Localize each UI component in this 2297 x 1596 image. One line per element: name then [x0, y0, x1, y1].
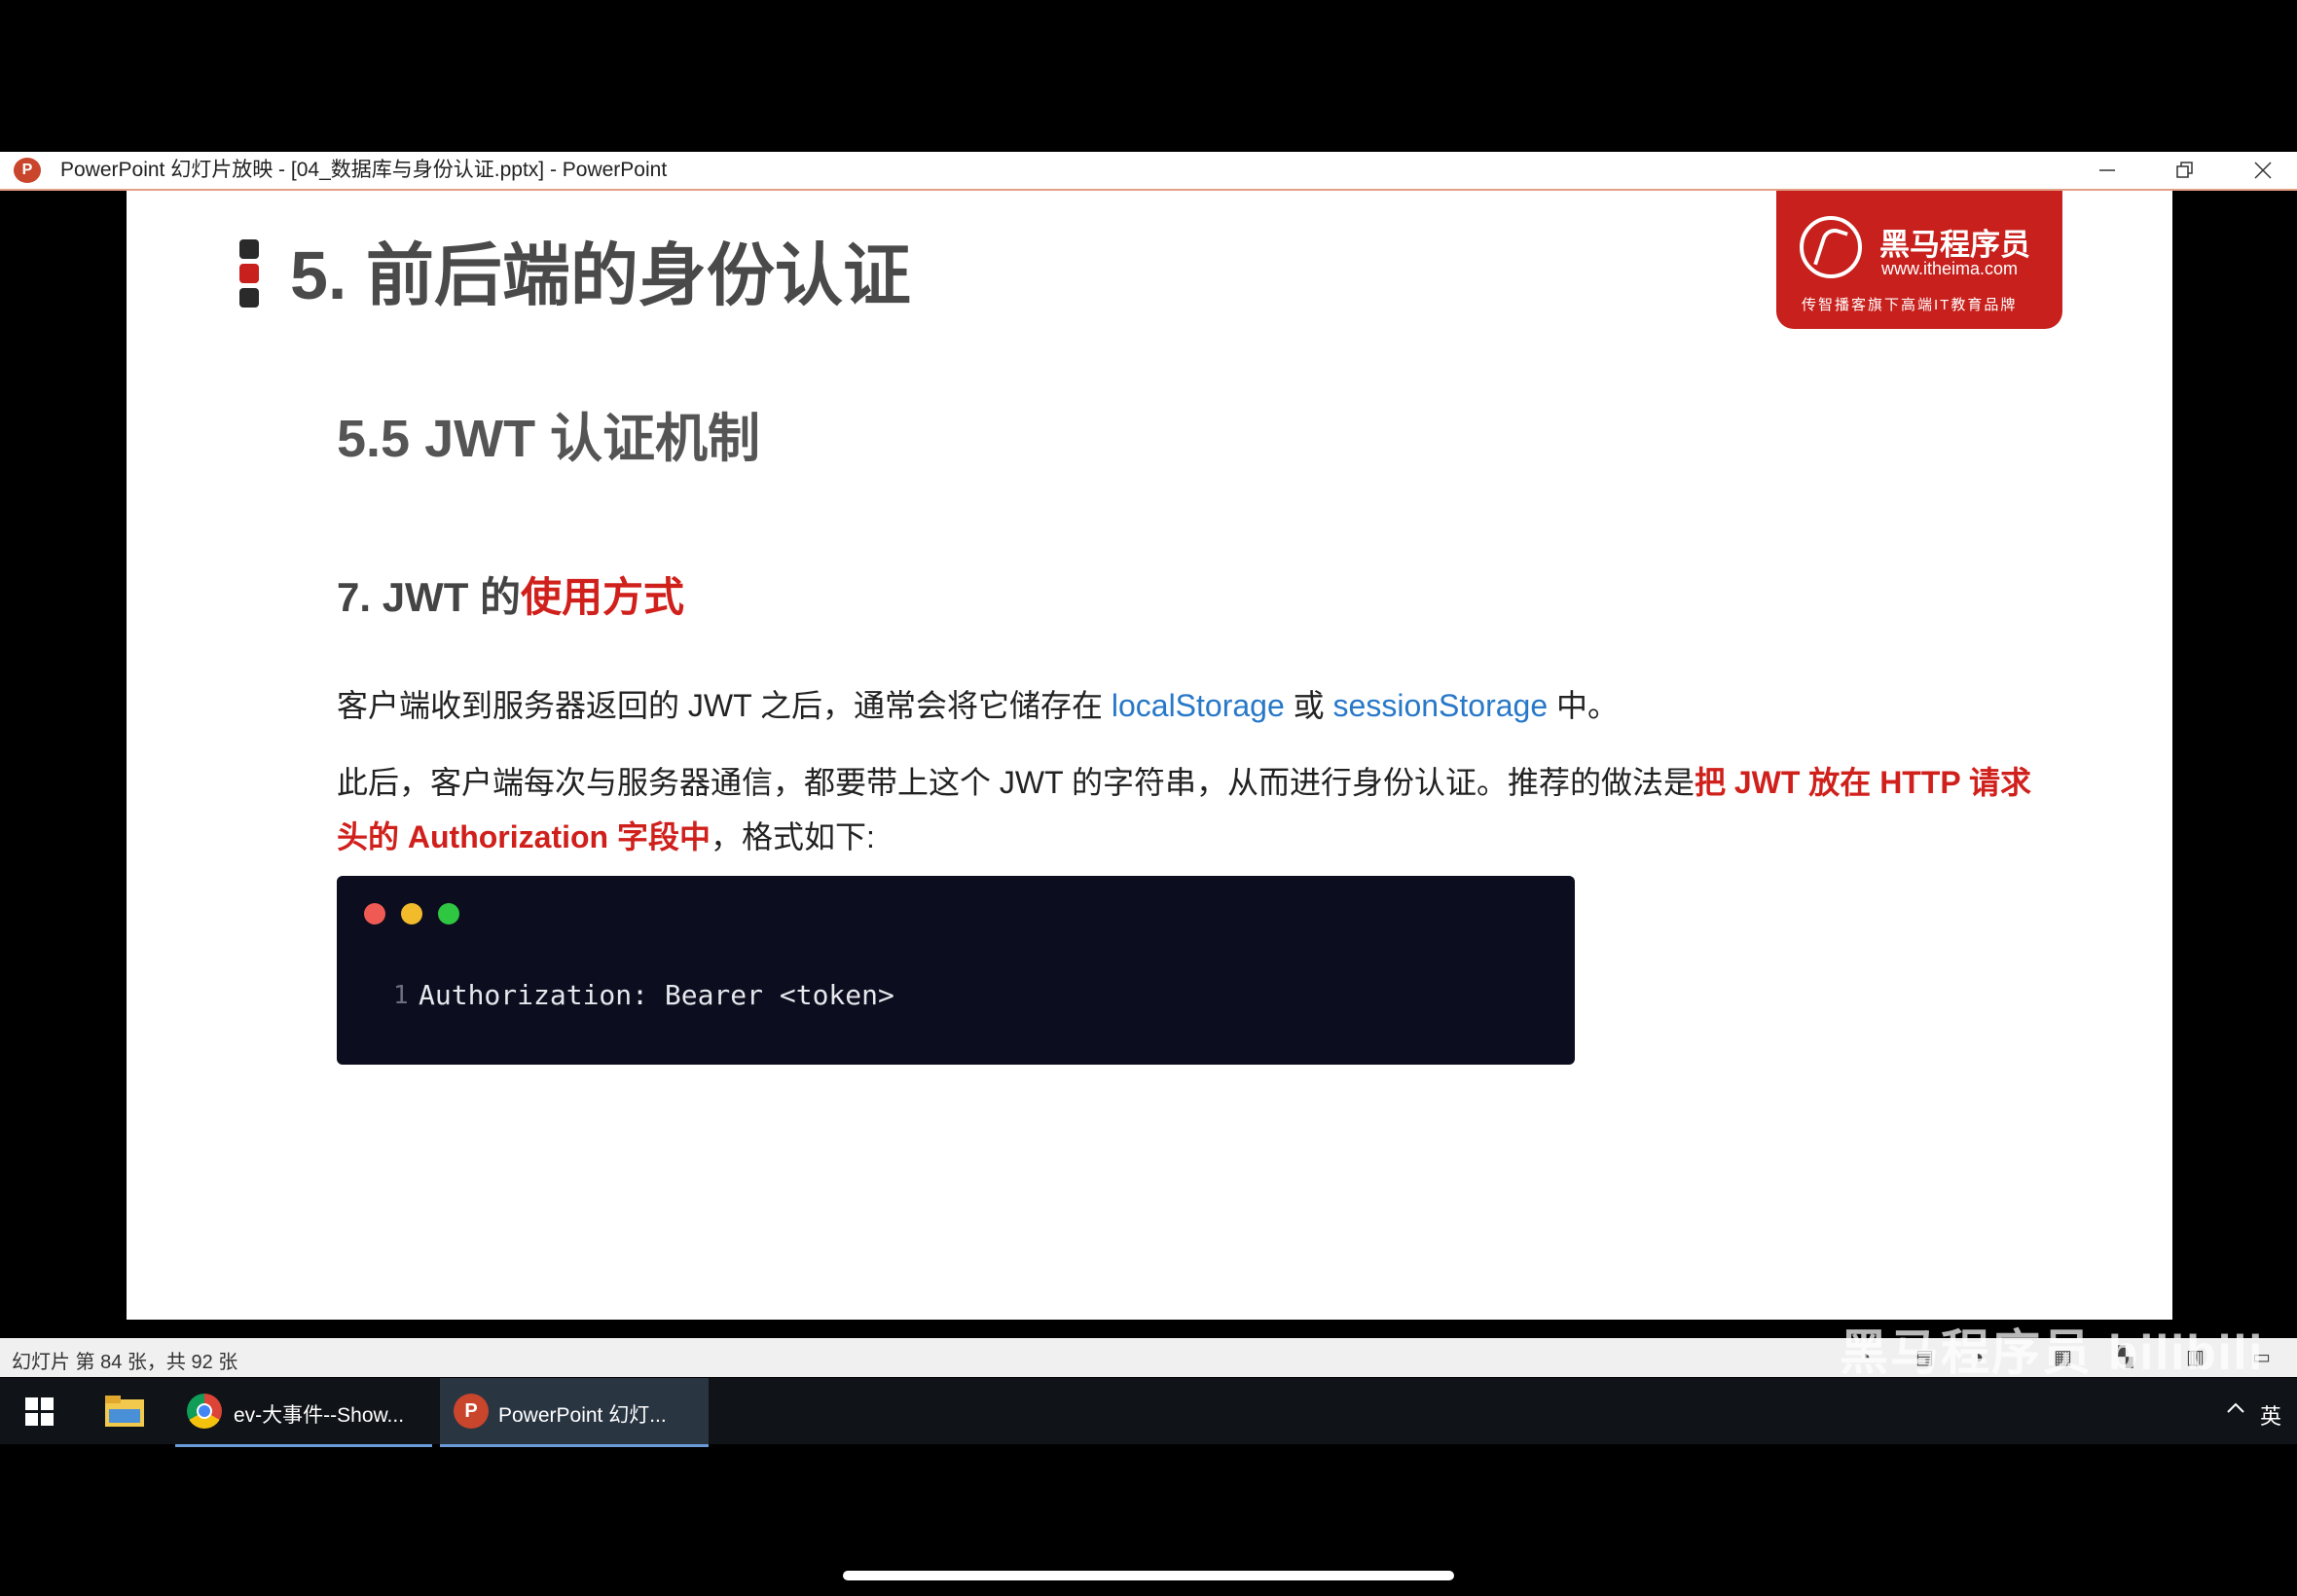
- paragraph-authorization: 此后，客户端每次与服务器通信，都要带上这个 JWT 的字符串，从而进行身份认证。…: [337, 755, 2050, 864]
- powerpoint-taskbar-icon: P: [454, 1394, 489, 1429]
- restore-icon: [2176, 162, 2193, 178]
- para1-text-c: 中。: [1548, 688, 1620, 723]
- close-icon: [2254, 162, 2272, 179]
- paragraph-storage: 客户端收到服务器返回的 JWT 之后，通常会将它储存在 localStorage…: [337, 681, 1619, 726]
- taskbar-item-chrome[interactable]: ev-大事件--Show...: [175, 1378, 432, 1447]
- code-line-number: 1: [393, 981, 409, 1010]
- title-marker-icon: [239, 239, 261, 312]
- file-explorer-icon[interactable]: [105, 1396, 144, 1427]
- point-highlight: 使用方式: [521, 574, 685, 620]
- slide-title: 5. 前后端的身份认证: [290, 237, 911, 313]
- window-title: PowerPoint 幻灯片放映 - [04_数据库与身份认证.pptx] - …: [60, 159, 668, 181]
- brand-logo: 黑马程序员 www.itheima.com 传智播客旗下高端IT教育品牌: [1776, 191, 2062, 329]
- restore-button[interactable]: [2151, 152, 2219, 189]
- home-indicator[interactable]: [843, 1571, 1454, 1580]
- minimize-button[interactable]: [2073, 152, 2141, 189]
- chevron-up-icon[interactable]: [2225, 1397, 2246, 1419]
- minimize-icon: [2099, 169, 2115, 171]
- yellow-dot-icon: [401, 903, 422, 925]
- para2-text-b: ，格式如下:: [710, 819, 875, 854]
- para2-text-a: 此后，客户端每次与服务器通信，都要带上这个 JWT 的字符串，从而进行身份认证。…: [337, 765, 1695, 800]
- chrome-icon: [187, 1394, 222, 1429]
- slide-canvas[interactable]: 5. 前后端的身份认证 黑马程序员 www.itheima.com 传智播客旗下…: [127, 191, 2172, 1320]
- horse-logo-icon: [1800, 216, 1862, 278]
- para1-text-b: 或: [1284, 688, 1333, 723]
- logo-slogan: 传智播客旗下高端IT教育品牌: [1802, 297, 2018, 313]
- point-prefix: 7. JWT 的: [337, 574, 522, 620]
- code-block: 1 Authorization: Bearer <token>: [337, 876, 1575, 1065]
- logo-url: www.itheima.com: [1881, 259, 2019, 278]
- taskbar: ev-大事件--Show... P PowerPoint 幻灯... 英: [0, 1378, 2297, 1447]
- windows-start-icon[interactable]: [25, 1397, 55, 1427]
- point-heading: 7. JWT 的使用方式: [337, 564, 684, 624]
- para1-text-a: 客户端收到服务器返回的 JWT 之后，通常会将它储存在: [337, 688, 1112, 723]
- code-line: Authorization: Bearer <token>: [419, 979, 894, 1011]
- green-dot-icon: [438, 903, 459, 925]
- slide-count: 幻灯片 第 84 张，共 92 张: [12, 1352, 238, 1373]
- window-titlebar: P PowerPoint 幻灯片放映 - [04_数据库与身份认证.pptx] …: [0, 152, 2297, 191]
- close-button[interactable]: [2229, 152, 2297, 189]
- taskbar-item-powerpoint[interactable]: P PowerPoint 幻灯...: [440, 1378, 709, 1447]
- input-language[interactable]: 英: [2260, 1399, 2281, 1431]
- session-storage-term: sessionStorage: [1332, 688, 1549, 723]
- local-storage-term: localStorage: [1111, 688, 1285, 723]
- section-subtitle: 5.5 JWT 认证机制: [337, 410, 761, 468]
- taskbar-item-label: ev-大事件--Show...: [234, 1404, 405, 1427]
- video-watermark: 黑马程序员 bilibili: [1840, 1325, 2265, 1380]
- powerpoint-icon: P: [14, 158, 41, 183]
- logo-brand-name: 黑马程序员: [1879, 228, 2030, 262]
- red-dot-icon: [364, 903, 385, 925]
- taskbar-item-label: PowerPoint 幻灯...: [498, 1404, 667, 1427]
